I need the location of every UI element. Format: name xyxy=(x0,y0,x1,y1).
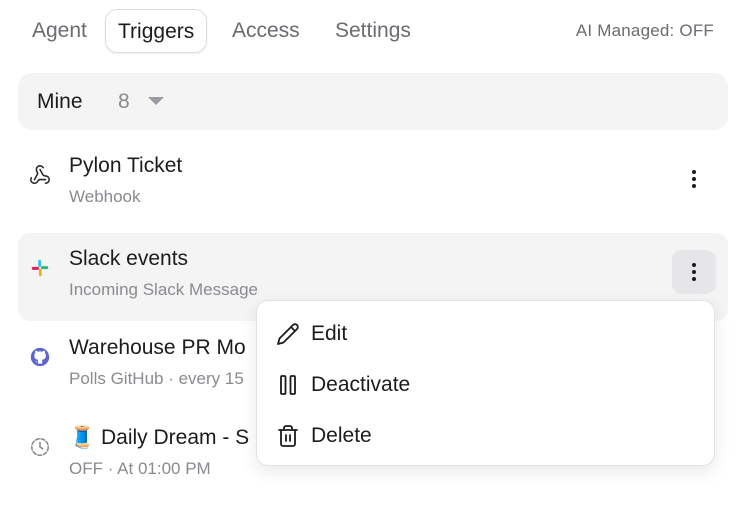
slack-icon xyxy=(29,257,51,279)
trigger-title: Warehouse PR Mo xyxy=(69,336,246,359)
menu-item-label: Delete xyxy=(311,424,372,447)
github-icon xyxy=(29,346,51,368)
more-options-button[interactable] xyxy=(672,157,716,201)
trigger-subtitle: OFF · At 01:00 PM xyxy=(69,459,211,478)
more-options-button[interactable] xyxy=(672,250,716,294)
trigger-title: Pylon Ticket xyxy=(69,154,183,177)
chevron-down-icon xyxy=(148,97,164,105)
tab-triggers[interactable]: Triggers xyxy=(105,9,208,53)
trigger-title: 🧵 Daily Dream - S xyxy=(69,426,250,449)
trigger-title: Slack events xyxy=(69,247,189,270)
trigger-subtitle: Webhook xyxy=(69,187,141,206)
tab-access[interactable]: Access xyxy=(220,9,312,53)
owner-filter-dropdown[interactable]: Mine 8 xyxy=(18,73,728,130)
trigger-subtitle: Incoming Slack Message xyxy=(69,280,258,299)
pencil-icon xyxy=(276,322,300,346)
webhook-icon xyxy=(29,164,51,186)
trigger-row-pylon-ticket[interactable]: Pylon Ticket Webhook xyxy=(18,140,728,228)
trash-icon xyxy=(276,424,300,448)
tab-agent[interactable]: Agent xyxy=(20,9,99,53)
trigger-subtitle: Polls GitHub · every 15 xyxy=(69,369,244,388)
ai-managed-status: AI Managed: OFF xyxy=(575,21,714,40)
tab-settings[interactable]: Settings xyxy=(323,9,423,53)
menu-item-label: Edit xyxy=(311,322,348,345)
filter-count: 8 xyxy=(118,90,130,113)
tab-bar: Agent Triggers Access Settings AI Manage… xyxy=(18,9,736,55)
menu-item-edit[interactable]: Edit xyxy=(257,309,714,359)
clock-icon xyxy=(29,436,51,458)
menu-item-label: Deactivate xyxy=(311,373,411,396)
kebab-icon xyxy=(692,263,696,281)
trigger-context-menu: Edit Deactivate Delete xyxy=(256,300,715,466)
menu-item-deactivate[interactable]: Deactivate xyxy=(257,360,714,410)
menu-item-delete[interactable]: Delete xyxy=(257,411,714,461)
filter-label: Mine xyxy=(37,90,83,113)
pause-icon xyxy=(276,373,300,397)
kebab-icon xyxy=(692,170,696,188)
